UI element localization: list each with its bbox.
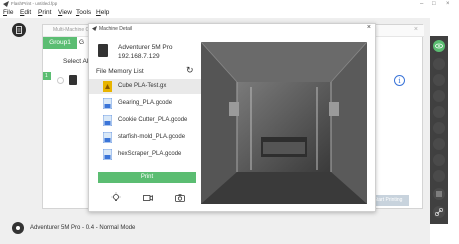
gx-file-icon bbox=[103, 81, 112, 92]
eye-icon bbox=[435, 43, 443, 49]
link-button[interactable] bbox=[433, 206, 445, 218]
tool-button-8[interactable] bbox=[433, 154, 445, 166]
preview-eye-button[interactable] bbox=[433, 40, 445, 52]
tool-button-5[interactable] bbox=[433, 106, 445, 118]
menu-bar: File Edit Print View Tools Help bbox=[0, 8, 459, 18]
tool-button-9[interactable] bbox=[433, 170, 445, 182]
machine-info-icon[interactable]: i bbox=[394, 75, 405, 86]
file-list-item[interactable]: hexScraper_PLA.gcode bbox=[89, 147, 201, 162]
window-title: FlashPrint - untitled.fpp bbox=[11, 1, 58, 6]
machine-row-printer-icon bbox=[69, 75, 77, 85]
printer-ip: 192.168.7.129 bbox=[118, 53, 160, 60]
close-window-icon[interactable]: × bbox=[446, 0, 450, 8]
menu-view[interactable]: View bbox=[58, 9, 72, 16]
refresh-icon[interactable]: ↻ bbox=[186, 65, 194, 76]
machine-detail-dialog: Machine Detail × Adventurer 5M Pro 192.1… bbox=[88, 23, 376, 212]
file-list-item[interactable]: Cube PLA-Test.gx bbox=[89, 79, 201, 94]
link-icon bbox=[435, 208, 443, 216]
camera-snapshot-icon bbox=[175, 194, 185, 202]
machine-detail-title-bar: Machine Detail × bbox=[89, 24, 375, 34]
file-memory-list-label: File Memory List bbox=[96, 68, 144, 75]
right-toolbar bbox=[430, 36, 448, 224]
camera-image bbox=[201, 42, 367, 204]
sliders-icon bbox=[436, 191, 442, 197]
title-bar: FlashPrint - untitled.fpp – □ × bbox=[0, 0, 459, 8]
tool-button-2[interactable] bbox=[433, 58, 445, 70]
tab-group1[interactable]: Group1 bbox=[43, 37, 77, 49]
gcode-file-icon bbox=[103, 132, 112, 143]
file-list-item[interactable]: Gearing_PLA.gcode bbox=[89, 96, 201, 111]
tool-button-4[interactable] bbox=[433, 90, 445, 102]
gcode-file-icon bbox=[103, 115, 112, 126]
multi-machine-close-icon[interactable]: × bbox=[414, 26, 418, 33]
menu-tools[interactable]: Tools bbox=[76, 9, 91, 16]
light-bulb-button[interactable] bbox=[110, 192, 122, 204]
snapshot-button[interactable] bbox=[174, 192, 186, 204]
file-list-item[interactable]: Cookie Cutter_PLA.gcode bbox=[89, 113, 201, 128]
file-list-item[interactable]: starfish-mold_PLA.gcode bbox=[89, 130, 201, 145]
document-icon bbox=[16, 26, 22, 34]
printer-status-icon[interactable] bbox=[12, 222, 24, 234]
select-all-checkbox[interactable]: Select All bbox=[63, 58, 90, 65]
gcode-file-icon bbox=[103, 98, 112, 109]
gcode-file-icon bbox=[103, 149, 112, 160]
light-bulb-icon bbox=[111, 192, 121, 201]
menu-print[interactable]: Print bbox=[38, 9, 51, 16]
maximize-icon[interactable]: □ bbox=[432, 0, 436, 8]
video-button[interactable] bbox=[142, 192, 154, 204]
printer-name: Adventurer 5M Pro bbox=[118, 44, 173, 51]
menu-file[interactable]: File bbox=[3, 9, 14, 16]
app-logo-icon bbox=[3, 1, 9, 7]
status-text: Adventurer 5M Pro - 0.4 - Normal Mode bbox=[30, 225, 136, 231]
sliders-button[interactable] bbox=[433, 188, 445, 200]
machine-row-radio[interactable] bbox=[57, 77, 64, 84]
crosshair-icon bbox=[16, 226, 20, 230]
video-camera-icon bbox=[143, 195, 153, 201]
tool-button-7[interactable] bbox=[433, 138, 445, 150]
machine-detail-close-icon[interactable]: × bbox=[367, 24, 371, 31]
printer-icon bbox=[98, 44, 108, 57]
menu-edit[interactable]: Edit bbox=[20, 9, 31, 16]
app-logo-icon bbox=[92, 26, 97, 31]
camera-feed bbox=[201, 42, 367, 204]
print-button[interactable]: Print bbox=[98, 172, 196, 183]
minimize-icon[interactable]: – bbox=[420, 0, 423, 8]
row-index-badge: 1 bbox=[43, 72, 51, 80]
menu-help[interactable]: Help bbox=[96, 9, 109, 16]
tool-button-3[interactable] bbox=[433, 74, 445, 86]
main-menu-button[interactable] bbox=[12, 23, 26, 37]
tool-button-6[interactable] bbox=[433, 122, 445, 134]
machine-detail-title: Machine Detail bbox=[99, 26, 133, 32]
